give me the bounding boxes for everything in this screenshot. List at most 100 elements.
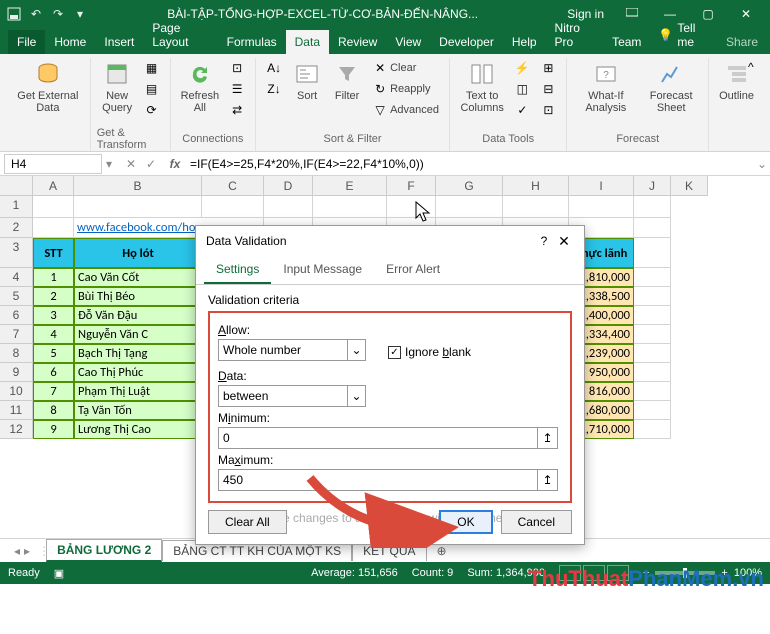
tell-me[interactable]: 💡Tell me: [650, 16, 714, 54]
cell[interactable]: [74, 196, 202, 218]
new-sheet-icon[interactable]: ⊕: [427, 544, 457, 558]
tab-help[interactable]: Help: [503, 30, 546, 54]
dlg-tab-input-message[interactable]: Input Message: [271, 256, 374, 284]
tab-next-icon[interactable]: ▸: [24, 544, 30, 558]
flash-fill-button[interactable]: ⚡: [510, 58, 534, 78]
cancel-button[interactable]: Cancel: [501, 510, 572, 534]
cell[interactable]: Phạm Thị Luật: [74, 382, 202, 401]
tab-page-layout[interactable]: Page Layout: [143, 16, 217, 54]
cell[interactable]: Nguyễn Văn C: [74, 325, 202, 344]
tab-team[interactable]: Team: [603, 30, 650, 54]
refresh-all-button[interactable]: Refresh All: [177, 58, 224, 116]
cell[interactable]: [313, 196, 387, 218]
row-header[interactable]: 5: [0, 287, 33, 306]
tab-prev-icon[interactable]: ◂: [14, 544, 20, 558]
cell[interactable]: Họ lót: [74, 238, 202, 268]
ignore-blank-checkbox[interactable]: ✓: [388, 346, 401, 359]
edit-links-button[interactable]: ⇄: [225, 100, 249, 120]
enter-formula-icon[interactable]: ✓: [142, 157, 160, 171]
tab-formulas[interactable]: Formulas: [218, 30, 286, 54]
column-header[interactable]: F: [387, 176, 436, 196]
formula-input[interactable]: =IF(E4>=25,F4*20%,IF(E4>=22,F4*10%,0)): [184, 157, 754, 171]
recent-sources-button[interactable]: ⟳: [140, 100, 164, 120]
column-header[interactable]: B: [74, 176, 202, 196]
tab-nitro-pro[interactable]: Nitro Pro: [546, 16, 604, 54]
fx-icon[interactable]: fx: [166, 157, 184, 171]
cell[interactable]: [264, 196, 313, 218]
column-header[interactable]: G: [436, 176, 503, 196]
cell[interactable]: 6: [33, 363, 74, 382]
column-header[interactable]: J: [634, 176, 671, 196]
column-header[interactable]: H: [503, 176, 569, 196]
row-header[interactable]: 2: [0, 218, 33, 238]
row-header[interactable]: 10: [0, 382, 33, 401]
cell[interactable]: [634, 401, 671, 420]
collapse-ribbon-icon[interactable]: ^: [748, 60, 762, 74]
sheet-tab-active[interactable]: BẢNG LƯƠNG 2: [46, 539, 162, 562]
cell[interactable]: [202, 196, 264, 218]
advanced-button[interactable]: ▽Advanced: [368, 100, 443, 120]
tab-developer[interactable]: Developer: [430, 30, 503, 54]
clear-all-button[interactable]: Clear All: [208, 510, 287, 534]
connections-button[interactable]: ⊡: [225, 58, 249, 78]
row-header[interactable]: 12: [0, 420, 33, 439]
cell[interactable]: Cao Thị Phúc: [74, 363, 202, 382]
from-table-button[interactable]: ▤: [140, 79, 164, 99]
column-header[interactable]: E: [313, 176, 387, 196]
cell[interactable]: [33, 218, 74, 238]
whatif-button[interactable]: ?What-If Analysis: [573, 58, 638, 116]
text-to-columns-button[interactable]: Text to Columns: [456, 58, 508, 116]
sort-button[interactable]: Sort: [288, 58, 326, 104]
sort-za-button[interactable]: Z↓: [262, 79, 286, 99]
cell[interactable]: 2: [33, 287, 74, 306]
cell[interactable]: [634, 238, 671, 268]
close-icon[interactable]: ✕: [728, 4, 764, 24]
cell[interactable]: [569, 196, 634, 218]
expand-formula-icon[interactable]: ⌄: [754, 157, 770, 171]
range-select-icon[interactable]: ↥: [538, 427, 558, 449]
dialog-close-icon[interactable]: ✕: [554, 233, 574, 250]
cell[interactable]: Bạch Thị Tạng: [74, 344, 202, 363]
column-header[interactable]: D: [264, 176, 313, 196]
cell[interactable]: [634, 363, 671, 382]
properties-button[interactable]: ☰: [225, 79, 249, 99]
macro-icon[interactable]: ▣: [54, 567, 64, 580]
cell[interactable]: STT: [33, 238, 74, 268]
cell[interactable]: [33, 196, 74, 218]
show-queries-button[interactable]: ▦: [140, 58, 164, 78]
help-icon[interactable]: ?: [534, 234, 554, 248]
cell[interactable]: 3: [33, 306, 74, 325]
allow-dropdown[interactable]: [218, 339, 348, 361]
cancel-formula-icon[interactable]: ✕: [122, 157, 140, 171]
undo-icon[interactable]: ↶: [28, 6, 44, 22]
cell[interactable]: [634, 420, 671, 439]
range-select-icon[interactable]: ↥: [538, 469, 558, 491]
column-header[interactable]: K: [671, 176, 708, 196]
tab-home[interactable]: Home: [45, 30, 95, 54]
relationships-button[interactable]: ⊟: [536, 79, 560, 99]
column-header[interactable]: A: [33, 176, 74, 196]
cell[interactable]: [634, 287, 671, 306]
data-model-button[interactable]: ⊡: [536, 100, 560, 120]
sort-az-button[interactable]: A↓: [262, 58, 286, 78]
chevron-down-icon[interactable]: ⌄: [348, 385, 366, 407]
reapply-button[interactable]: ↻Reapply: [368, 79, 443, 99]
cell[interactable]: [503, 196, 569, 218]
cell[interactable]: Lương Thị Cao: [74, 420, 202, 439]
minimum-input[interactable]: [218, 427, 538, 449]
name-box[interactable]: H4: [4, 154, 102, 174]
tab-review[interactable]: Review: [329, 30, 386, 54]
cell[interactable]: [634, 382, 671, 401]
cell[interactable]: [634, 268, 671, 287]
column-header[interactable]: I: [569, 176, 634, 196]
row-header[interactable]: 3: [0, 238, 33, 268]
row-header[interactable]: 4: [0, 268, 33, 287]
cell[interactable]: Cao Văn Cốt: [74, 268, 202, 287]
share-button[interactable]: Share: [714, 30, 770, 54]
column-header[interactable]: C: [202, 176, 264, 196]
row-header[interactable]: 8: [0, 344, 33, 363]
cell[interactable]: 7: [33, 382, 74, 401]
data-validation-button[interactable]: ✓: [510, 100, 534, 120]
cell[interactable]: 9: [33, 420, 74, 439]
save-icon[interactable]: [6, 6, 22, 22]
